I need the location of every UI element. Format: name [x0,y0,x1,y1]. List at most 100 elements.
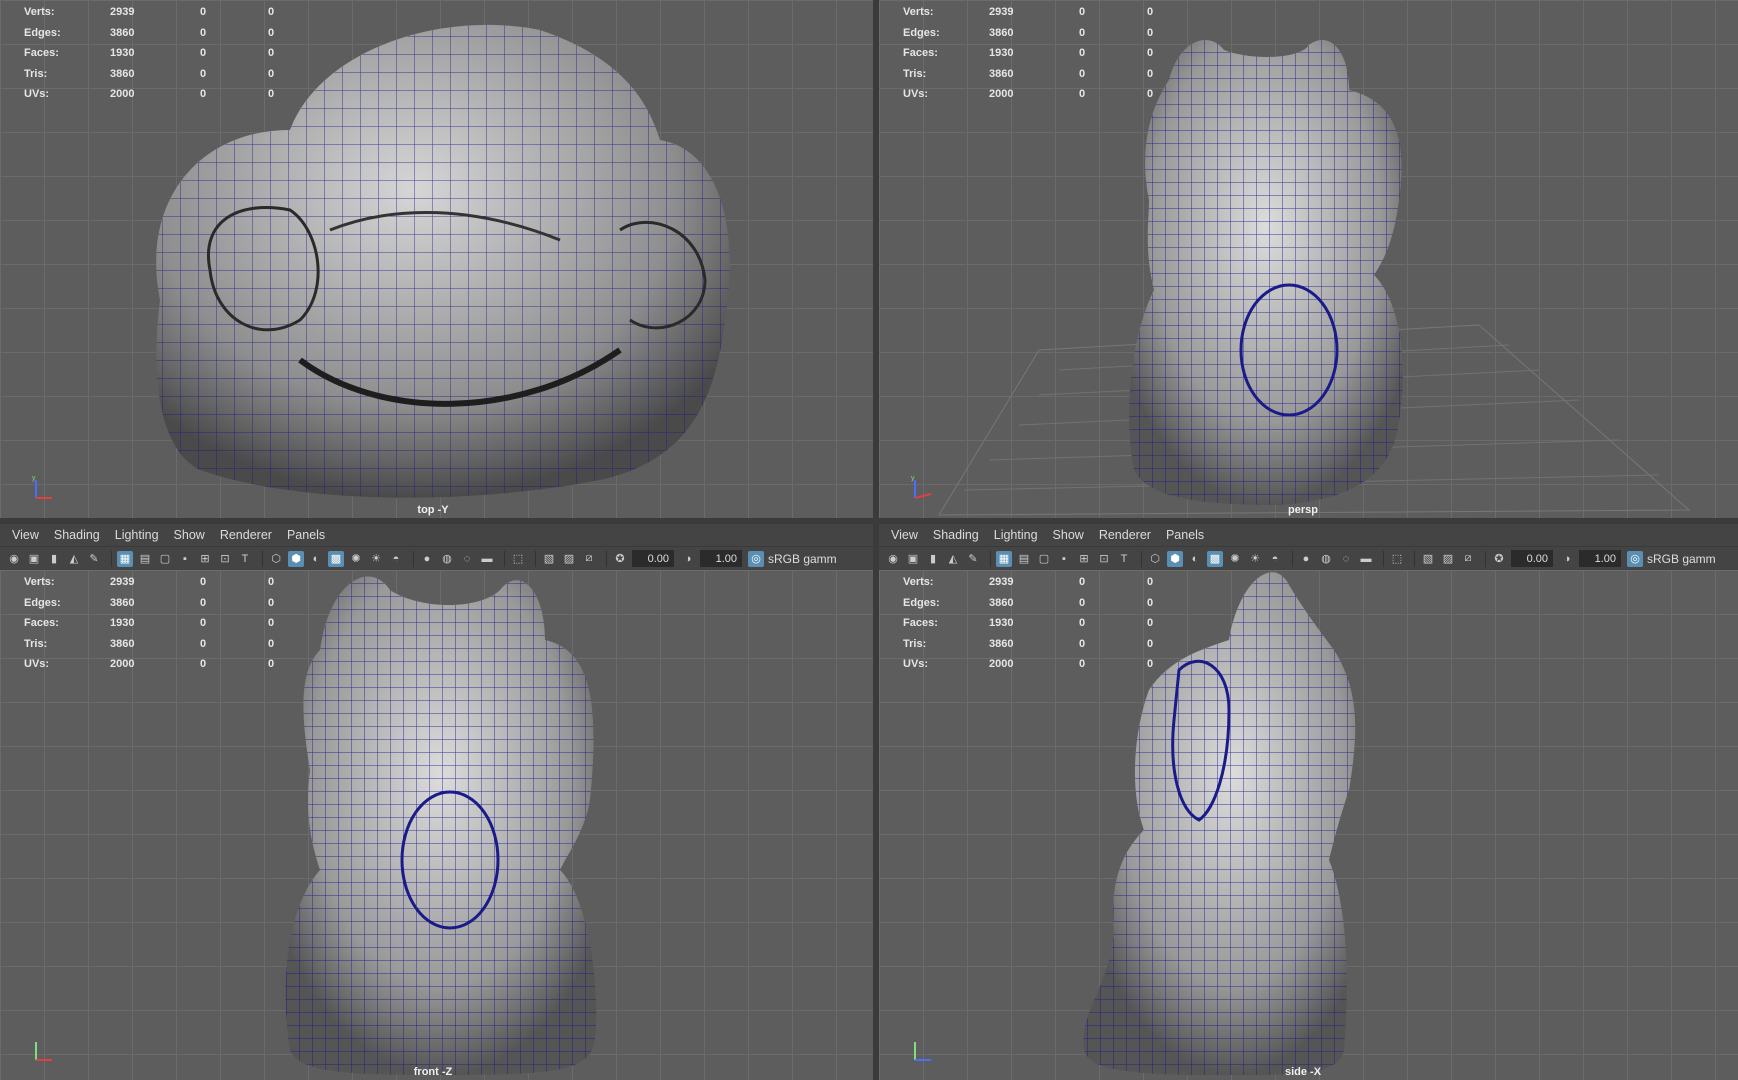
edges-selected: 0 [1079,596,1086,609]
uvs-selected: 0 [200,88,207,101]
pencil-icon[interactable]: ✎ [86,551,102,567]
safe-title-icon[interactable]: T [237,551,253,567]
safe-action-icon[interactable]: ⊡ [217,551,233,567]
panel-bar-front: View Shading Lighting Show Renderer Pane… [0,524,873,570]
xray-active-icon[interactable]: ▨ [561,551,577,567]
resolution-gate-icon[interactable]: ▢ [1036,551,1052,567]
safe-title-icon[interactable]: T [1116,551,1132,567]
bookmark-icon[interactable]: ▮ [925,551,941,567]
shadow-icon[interactable]: ☀ [368,551,384,567]
smooth-shade-icon[interactable]: ⬢ [1167,550,1183,567]
motion-blur-icon[interactable]: ● [419,551,435,567]
image-plane-icon[interactable]: ◭ [945,551,961,567]
viewport-top[interactable]: Verts: 2939 0 0 Edges: 3860 0 0 Faces: 1930 0 0 T… [0,0,873,518]
verts-other: 0 [1147,576,1154,589]
tris-total: 3860 [989,637,1014,650]
bookmark-icon[interactable]: ▮ [46,551,62,567]
exposure-field[interactable]: 0.00 [632,550,674,567]
ambient-occlusion-icon[interactable]: ◓ [388,551,404,567]
menu-lighting[interactable]: Lighting [994,528,1038,542]
light-icon[interactable]: ✺ [1227,551,1243,567]
isolate-icon[interactable]: ⬚ [510,551,526,567]
uvs-total: 2000 [110,658,135,671]
image-plane-icon[interactable]: ◭ [66,551,82,567]
viewport-side[interactable]: Verts: 2939 0 0 Edges: 3860 0 0 Faces: 1930 0 0 T… [879,570,1738,1080]
gate-mask-icon[interactable]: ▪ [1056,551,1072,567]
smooth-shade-icon[interactable]: ⬢ [288,550,304,567]
faces-total: 1930 [110,47,135,60]
menu-show[interactable]: Show [1053,528,1084,542]
texture-icon[interactable]: ▩ [328,550,344,567]
menu-shading[interactable]: Shading [54,528,100,542]
gamma-field[interactable]: 1.00 [700,550,742,567]
menu-view[interactable]: View [12,528,39,542]
menu-view[interactable]: View [891,528,918,542]
film-gate-icon[interactable]: ▤ [137,551,153,567]
gamma-icon[interactable]: ◑ [1559,551,1575,567]
edges-other: 0 [1147,26,1154,39]
antialias-icon[interactable]: ◍ [1318,551,1334,567]
exposure-icon[interactable]: ✪ [612,551,628,567]
exposure-field[interactable]: 0.00 [1511,550,1553,567]
ambient-occlusion-icon[interactable]: ◓ [1267,551,1283,567]
wireframe-icon[interactable]: ⬡ [1147,551,1163,567]
viewport-persp[interactable]: Verts: 2939 0 0 Edges: 3860 0 0 Faces: 1930 0 0 T… [879,0,1738,518]
wireframe-icon[interactable]: ⬡ [268,551,284,567]
edges-total: 3860 [110,596,135,609]
gamma-icon[interactable]: ◑ [680,551,696,567]
safe-action-icon[interactable]: ⊡ [1096,551,1112,567]
xray-joints-icon[interactable]: ▧ [1420,551,1436,567]
camera-icon[interactable]: ◉ [885,551,901,567]
backface-culling-icon[interactable]: ⧄ [1460,551,1476,567]
menu-panels[interactable]: Panels [1166,528,1204,542]
edges-total: 3860 [110,26,135,39]
camera-attributes-icon[interactable]: ▣ [26,551,42,567]
field-chart-icon[interactable]: ⊞ [197,551,213,567]
color-management-icon[interactable]: ◎ [748,550,764,567]
exposure-icon[interactable]: ✪ [1491,551,1507,567]
viewport-front[interactable]: Verts: 2939 0 0 Edges: 3860 0 0 Faces: 1930 0 0 T… [0,570,873,1080]
resolution-gate-icon[interactable]: ▢ [157,551,173,567]
xray-icon[interactable]: ▬ [1358,551,1374,567]
film-gate-icon[interactable]: ▤ [1016,551,1032,567]
verts-label: Verts: [24,576,55,589]
faces-selected: 0 [1079,47,1086,60]
menu-shading[interactable]: Shading [933,528,979,542]
separator [111,550,112,567]
menu-lighting[interactable]: Lighting [115,528,159,542]
xray-icon[interactable]: ▬ [479,551,495,567]
camera-attributes-icon[interactable]: ▣ [905,551,921,567]
view-transform-label[interactable]: sRGB gamm [768,552,837,566]
pencil-icon[interactable]: ✎ [965,551,981,567]
grid-icon[interactable]: ▦ [117,550,133,567]
grid-icon[interactable]: ▦ [996,550,1012,567]
menu-renderer[interactable]: Renderer [1099,528,1151,542]
wireframe-on-shaded-icon[interactable]: ◐ [1187,551,1203,567]
menu-show[interactable]: Show [174,528,205,542]
xray-active-icon[interactable]: ▨ [1440,551,1456,567]
field-chart-icon[interactable]: ⊞ [1076,551,1092,567]
light-icon[interactable]: ✺ [348,551,364,567]
color-management-icon[interactable]: ◎ [1627,550,1643,567]
faces-total: 1930 [989,617,1014,630]
separator [1485,550,1486,567]
separator [990,550,991,567]
separator [606,550,607,567]
xray-joints-icon[interactable]: ▧ [541,551,557,567]
wireframe-on-shaded-icon[interactable]: ◐ [308,551,324,567]
camera-icon[interactable]: ◉ [6,551,22,567]
motion-blur-icon[interactable]: ● [1298,551,1314,567]
shadow-icon[interactable]: ☀ [1247,551,1263,567]
gate-mask-icon[interactable]: ▪ [177,551,193,567]
texture-icon[interactable]: ▩ [1207,550,1223,567]
menu-panels[interactable]: Panels [287,528,325,542]
isolate-icon[interactable]: ⬚ [1389,551,1405,567]
view-transform-label[interactable]: sRGB gamm [1647,552,1716,566]
faces-label: Faces: [24,47,59,60]
backface-culling-icon[interactable]: ⧄ [581,551,597,567]
depth-of-field-icon[interactable]: ◌ [459,551,475,567]
menu-renderer[interactable]: Renderer [220,528,272,542]
antialias-icon[interactable]: ◍ [439,551,455,567]
depth-of-field-icon[interactable]: ◌ [1338,551,1354,567]
gamma-field[interactable]: 1.00 [1579,550,1621,567]
